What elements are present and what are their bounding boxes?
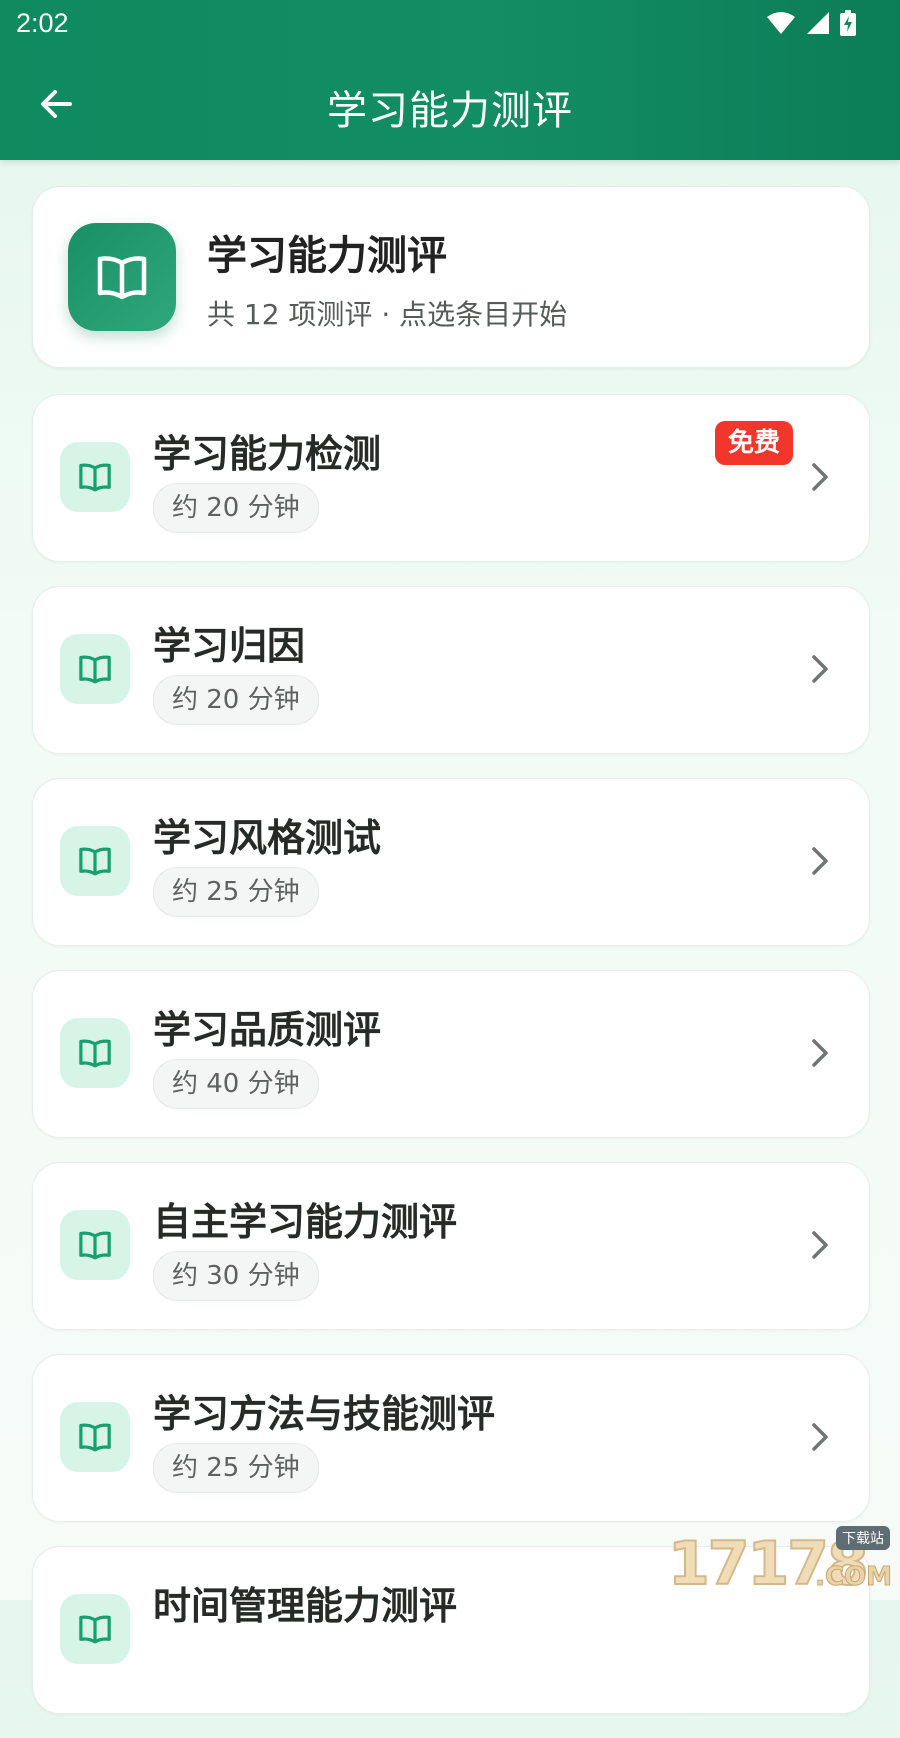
summary-title: 学习能力测评 <box>207 233 447 279</box>
cellular-signal-icon <box>807 12 829 34</box>
chevron-right-icon <box>812 1231 828 1259</box>
summary-subtitle: 共 12 项测评 · 点选条目开始 <box>207 298 568 331</box>
item-icon-tile <box>60 826 130 896</box>
item-icon-tile <box>60 1402 130 1472</box>
item-title: 学习归因 <box>153 624 306 668</box>
item-title: 自主学习能力测评 <box>153 1200 458 1244</box>
open-book-icon <box>79 655 111 684</box>
battery-charging-icon <box>840 10 856 36</box>
assessment-item-self-directed-learning[interactable]: 自主学习能力测评 约 30 分钟 <box>32 1162 870 1330</box>
chevron-right-icon <box>812 655 828 683</box>
open-book-icon <box>79 1423 111 1452</box>
status-time: 2:02 <box>16 8 69 38</box>
open-book-icon <box>79 1615 111 1644</box>
summary-card: 学习能力测评 共 12 项测评 · 点选条目开始 <box>32 186 870 368</box>
assessment-item-learning-ability-check[interactable]: 学习能力检测 约 20 分钟 免费 <box>32 394 870 562</box>
chevron-right-icon <box>812 463 828 491</box>
item-icon-tile <box>60 442 130 512</box>
open-book-icon <box>79 1039 111 1068</box>
status-icons <box>766 10 856 36</box>
page-title: 学习能力测评 <box>327 88 573 134</box>
item-icon-tile <box>60 1018 130 1088</box>
duration-chip: 约 25 分钟 <box>153 1443 319 1493</box>
open-book-icon <box>79 463 111 492</box>
item-title: 时间管理能力测评 <box>153 1584 458 1628</box>
free-badge: 免费 <box>714 421 793 465</box>
wifi-icon <box>767 12 795 34</box>
item-title: 学习能力检测 <box>153 432 382 476</box>
item-icon-tile <box>60 1594 130 1664</box>
site-watermark-logo: 17178 .COM 下载站 <box>667 1526 893 1595</box>
assessment-item-learning-attribution[interactable]: 学习归因 约 20 分钟 <box>32 586 870 754</box>
duration-chip: 约 30 分钟 <box>153 1251 319 1301</box>
item-icon-tile <box>60 634 130 704</box>
watermark-suffix: .COM <box>815 1562 893 1593</box>
item-icon-tile <box>60 1210 130 1280</box>
chevron-right-icon <box>812 1039 828 1067</box>
summary-icon-tile <box>68 223 176 331</box>
chevron-right-icon <box>812 1423 828 1451</box>
item-title: 学习风格测试 <box>153 816 382 860</box>
app-bar: 2:02 学习能力测评 <box>0 0 900 160</box>
item-title: 学习品质测评 <box>153 1008 382 1052</box>
open-book-icon <box>97 256 147 300</box>
assessment-item-learning-style[interactable]: 学习风格测试 约 25 分钟 <box>32 778 870 946</box>
duration-chip: 约 20 分钟 <box>153 483 319 533</box>
assessment-item-learning-methods-skills[interactable]: 学习方法与技能测评 约 25 分钟 <box>32 1354 870 1522</box>
item-title: 学习方法与技能测评 <box>153 1392 496 1436</box>
assessment-item-learning-quality[interactable]: 学习品质测评 约 40 分钟 <box>32 970 870 1138</box>
chevron-right-icon <box>812 847 828 875</box>
open-book-icon <box>79 1231 111 1260</box>
open-book-icon <box>79 847 111 876</box>
duration-chip: 约 20 分钟 <box>153 675 319 725</box>
watermark-tag: 下载站 <box>836 1526 890 1550</box>
duration-chip: 约 40 分钟 <box>153 1059 319 1109</box>
duration-chip: 约 25 分钟 <box>153 867 319 917</box>
